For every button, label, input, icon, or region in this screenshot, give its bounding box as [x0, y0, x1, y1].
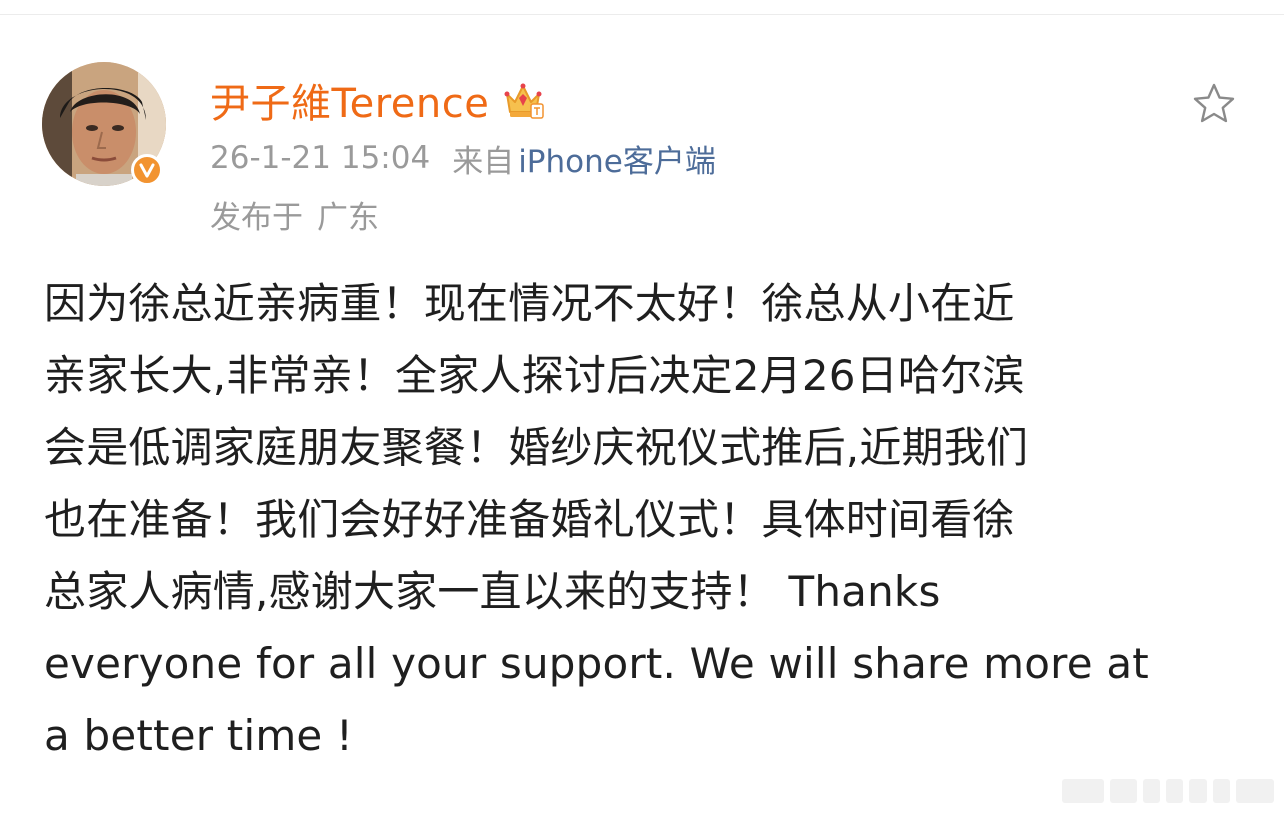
watermark-block: [1110, 779, 1137, 803]
post-location: 发布于 广东: [210, 192, 379, 236]
weibo-post-screenshot: 尹子維Terence 26-1-21 15:04 来自 iPhone客户端 发布…: [0, 0, 1284, 822]
post-text: 因为徐总近亲病重！现在情况不太好！徐总从小在近 亲家长大,非常亲！全家人探讨后决…: [44, 279, 1149, 760]
post-meta: 26-1-21 15:04 来自 iPhone客户端: [210, 136, 716, 180]
star-outline-icon: [1193, 83, 1235, 123]
watermark-block: [1212, 779, 1230, 803]
top-divider: [0, 14, 1284, 15]
author-avatar-container[interactable]: [42, 62, 166, 186]
author-name-link[interactable]: 尹子維Terence: [210, 71, 489, 129]
location-value: 广东: [317, 199, 379, 236]
verified-v-icon: [131, 154, 163, 186]
watermark: [1062, 776, 1275, 806]
post-timestamp[interactable]: 26-1-21 15:04: [210, 140, 430, 176]
vip-crown-icon[interactable]: [501, 78, 545, 122]
watermark-block: [1062, 779, 1105, 803]
watermark-block: [1189, 779, 1207, 803]
favorite-button[interactable]: [1190, 80, 1238, 128]
source-link[interactable]: iPhone客户端: [518, 136, 716, 181]
watermark-block: [1235, 779, 1275, 803]
location-prefix: 发布于: [210, 199, 303, 236]
watermark-block: [1142, 779, 1161, 803]
source-prefix: 来自: [452, 143, 515, 180]
watermark-block: [1166, 779, 1184, 803]
author-name-row: 尹子維Terence: [210, 72, 545, 128]
